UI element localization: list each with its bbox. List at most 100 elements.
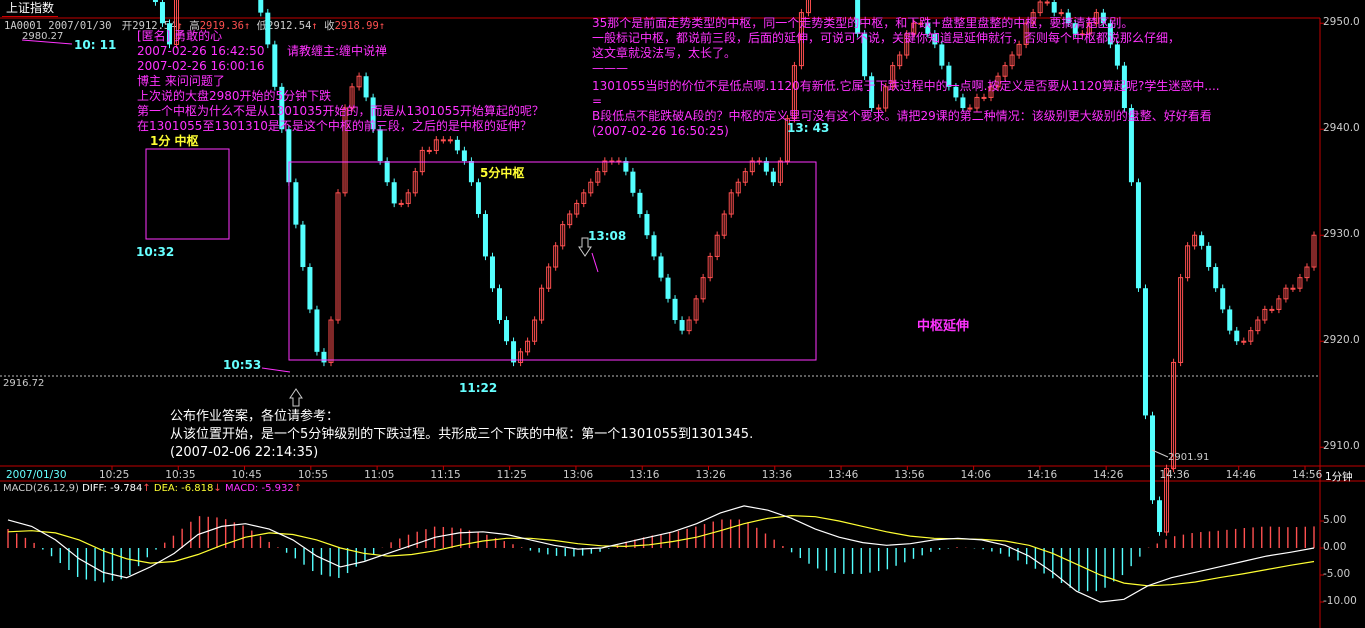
candle-body-up	[1044, 1, 1050, 4]
answer-dashes: ———	[592, 61, 628, 75]
candle-body-down	[1157, 500, 1163, 533]
x-tick-label: 10:25	[99, 469, 130, 481]
request-text: 请教缠主:缠中说禅	[287, 44, 388, 58]
candle-body-down	[384, 161, 390, 183]
candle-body-down	[1220, 288, 1226, 310]
answer-line: 一般标记中枢，都说前三段，后面的延伸，可说可不说，关键你知道是延伸就行，否则每个…	[592, 31, 1181, 45]
candle-body-down	[763, 161, 769, 172]
x-tick-label: 13:36	[761, 469, 793, 481]
candle-body-down	[665, 277, 671, 299]
candle-body-down	[489, 256, 495, 289]
candle-body-down	[630, 171, 636, 193]
candle-body-down	[770, 171, 776, 183]
candle-body-down	[637, 192, 643, 215]
time-1011-label: 10: 11	[74, 38, 117, 52]
price-start-label: 2980.27	[22, 31, 64, 42]
candle-body-down	[497, 288, 503, 321]
box-5min-label: 5分中枢	[480, 166, 525, 180]
time-1122-label: 11:22	[459, 381, 498, 395]
x-tick-label: 11:25	[496, 469, 527, 481]
candle-body-down	[482, 214, 488, 257]
candle-body-down	[321, 351, 327, 363]
candle-body-down	[1051, 2, 1057, 13]
eq-line: =	[592, 94, 603, 108]
candle-body-down	[1206, 245, 1212, 268]
up-arrow-marker-icon	[289, 388, 303, 407]
question-line: 在1301055至1301310是不是这个中枢的前三段，之后的是中枢的延伸？	[137, 119, 532, 133]
macd-dea: DEA: -6.818	[153, 483, 214, 494]
candle-body-down	[377, 129, 383, 162]
y-tick-label: 2920.0	[1323, 334, 1360, 347]
candle-body-up	[1290, 287, 1296, 290]
candle-body-up	[1269, 308, 1275, 311]
x-tick-label: 14:56	[1292, 469, 1323, 481]
homework-line: 从该位置开始，是一个5分钟级别的下跌过程。共形成三个下跌的中枢：第一个13010…	[170, 427, 754, 442]
macd-value: MACD: -5.932	[224, 483, 294, 494]
candle-body-down	[672, 298, 678, 321]
y-tick-label: 2910.0	[1323, 440, 1360, 453]
question-line: 博主 来问问题了	[137, 74, 225, 88]
diff-line	[7, 505, 1315, 603]
candle-body-down	[391, 182, 397, 204]
x-tick-label: 13:26	[695, 469, 726, 481]
question-line: 上次说的大盘2980开始的5分钟下跌	[137, 89, 332, 103]
dea-line	[7, 514, 1315, 587]
homework-block: 公布作业答案，各位请参考： 从该位置开始，是一个5分钟级别的下跌过程。共形成三个…	[170, 408, 753, 462]
candle-body-down	[1227, 309, 1233, 331]
question2-line: 1301055当时的价位不是低点啊.1120有新低.它属于下跌过程中的一点啊.按…	[592, 79, 1220, 93]
candle-body-up	[1241, 340, 1247, 343]
homework-line: 公布作业答案，各位请参考：	[170, 409, 340, 424]
pointer-line	[591, 252, 599, 273]
price-low-label: 2901.91	[1168, 452, 1210, 463]
time-1053-label: 10:53	[223, 358, 262, 372]
box-1min-label: 1分 中枢	[150, 134, 199, 148]
candle-body-down	[454, 139, 460, 151]
candle-body-down	[504, 320, 510, 342]
x-tick-label: 14:16	[1026, 469, 1058, 481]
candle-body-down	[511, 341, 517, 363]
x-tick-label: 14:06	[960, 469, 991, 481]
macd-y-tick-label: -5.00	[1323, 568, 1351, 580]
question-line: 第一个中枢为什么不是从1301035开始的，而是从1301055开始算起的呢？	[137, 104, 544, 118]
homework-line: (2007-02-06 22:14:35)	[170, 445, 319, 460]
macd-header: MACD(26,12,9) DIFF: -9.784↑ DEA: -6.818↓…	[3, 483, 302, 494]
period-label[interactable]: 1分钟	[1325, 469, 1353, 484]
x-tick-label: 14:46	[1225, 469, 1256, 481]
question-line: 2007-02-26 16:00:16	[137, 59, 265, 73]
candle-body-down	[293, 182, 299, 225]
candle-body-down	[1142, 288, 1148, 416]
x-tick-label: 14:26	[1093, 469, 1124, 481]
candle-body-down	[1199, 235, 1205, 246]
candle-body-down	[258, 0, 264, 13]
answer2-line: B段低点不能跌破A段的？中枢的定义里可没有这个要求。请把29课的第二种情况：该级…	[592, 109, 1212, 123]
macd-y-tick-label: 5.00	[1323, 514, 1347, 526]
macd-y-tick-label: -10.00	[1323, 595, 1357, 607]
x-tick-label: 11:15	[430, 469, 461, 481]
ref-price-label: 2916.72	[3, 378, 45, 389]
x-tick-label: 10:45	[231, 469, 262, 481]
question-line: [匿名] 勇敢的心	[137, 29, 223, 43]
candle-body-down	[159, 2, 165, 24]
candle-body-down	[314, 309, 320, 352]
candle-body-down	[1150, 415, 1156, 501]
date-label: 2007/01/30	[6, 469, 67, 481]
candle-body-down	[644, 214, 650, 236]
y-tick-label: 2930.0	[1323, 228, 1360, 241]
answer-line: 这文章就没法写，太长了。	[592, 46, 737, 60]
candle-body-down	[1234, 330, 1240, 342]
answer-line: 35那个是前面走势类型的中枢，同一个走势类型的中枢，和下跌+盘整里盘整的中枢，要…	[592, 16, 1134, 30]
candle-body-up	[440, 139, 446, 142]
candle-body-down	[658, 256, 664, 278]
x-tick-label: 13:16	[629, 469, 660, 481]
down-arrow-icon: ↑	[142, 483, 151, 494]
x-tick-label: 13:56	[894, 469, 925, 481]
time-1308-label: 13:08	[588, 229, 627, 243]
candle-body-down	[461, 150, 467, 162]
x-tick-label: 10:35	[165, 469, 196, 481]
macd-diff: DIFF: -9.784	[82, 483, 143, 494]
time-1032-label: 10:32	[136, 245, 175, 259]
x-tick-label: 11:05	[364, 469, 395, 481]
candle-body-down	[1135, 182, 1141, 289]
candle-body-down	[300, 224, 306, 268]
candle-body-down	[152, 0, 158, 3]
